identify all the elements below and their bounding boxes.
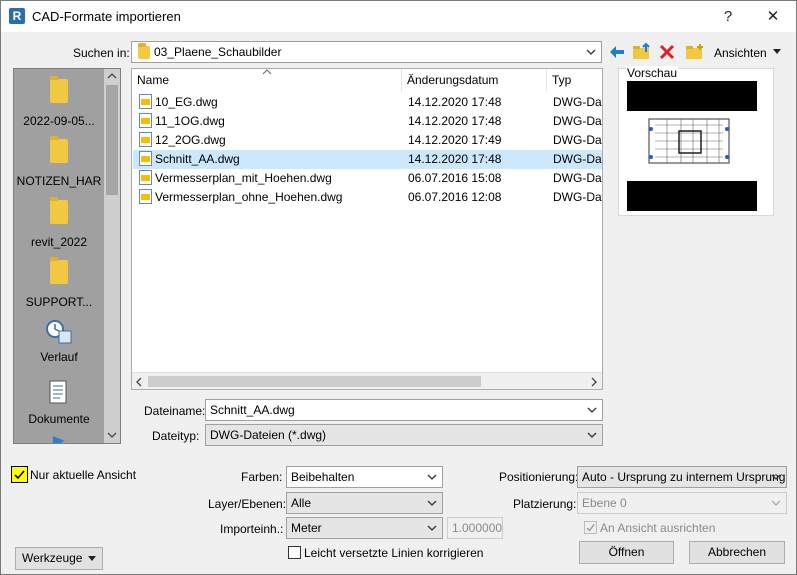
filename-input[interactable]: Schnitt_AA.dwg	[205, 399, 603, 421]
filetype-label: Dateityp:	[152, 429, 200, 443]
back-arrow-icon[interactable]	[608, 44, 626, 60]
folder-icon	[50, 197, 68, 224]
search-in-combo[interactable]: 03_Plaene_Schaubilder	[131, 41, 602, 63]
file-list: Name Änderungsdatum Typ 10_EG.dwg 14.12.…	[131, 68, 603, 390]
orient-to-view-label: An Ansicht ausrichten	[600, 521, 716, 535]
orient-to-view-checkbox	[584, 521, 597, 534]
layers-select[interactable]: Alle	[286, 492, 443, 514]
chevron-left-icon[interactable]	[135, 377, 143, 387]
chevron-down-icon	[771, 500, 781, 506]
filetype-select[interactable]: DWG-Dateien (*.dwg)	[205, 424, 603, 446]
tools-button[interactable]: Werkzeuge	[15, 547, 103, 570]
current-view-checkbox[interactable]	[11, 466, 28, 483]
correct-lines-label[interactable]: Leicht versetzte Linien korrigieren	[304, 546, 483, 560]
place-item[interactable]	[14, 435, 104, 443]
places-bar: 2022-09-05... NOTIZEN_HAR revit_2022 SUP…	[13, 68, 121, 444]
table-row[interactable]: 12_2OG.dwg 14.12.2020 17:49 DWG-Dat	[133, 131, 602, 150]
folder-icon	[50, 136, 68, 163]
file-list-hscrollbar[interactable]	[132, 372, 602, 389]
units-factor-input: 1.000000	[447, 517, 503, 539]
checkmark-icon	[14, 470, 25, 480]
import-cad-dialog: R CAD-Formate importieren ? ✕ Suchen in:…	[0, 0, 797, 575]
sort-ascending-icon	[262, 69, 272, 75]
dwg-file-icon	[139, 170, 152, 185]
dwg-file-icon	[139, 132, 152, 147]
documents-icon	[49, 380, 67, 404]
places-scrollbar[interactable]	[104, 69, 120, 443]
dwg-file-icon	[139, 94, 152, 109]
chevron-down-icon	[587, 407, 597, 413]
place-item[interactable]: SUPPORT...	[14, 257, 104, 309]
preview-panel: Vorschau	[618, 66, 774, 216]
chevron-down-icon	[771, 474, 781, 480]
placement-select: Ebene 0	[577, 492, 787, 514]
correct-lines-checkbox[interactable]	[288, 546, 301, 559]
chevron-up-icon[interactable]	[107, 72, 117, 80]
views-menu[interactable]: Ansichten	[714, 46, 767, 60]
positioning-label: Positionierung:	[499, 470, 579, 484]
preview-drawing-icon	[627, 81, 757, 211]
open-button[interactable]: Öffnen	[579, 541, 674, 564]
help-button[interactable]: ?	[705, 1, 751, 32]
colors-select[interactable]: Beibehalten	[286, 466, 443, 488]
table-row-selected[interactable]: Schnitt_AA.dwg 14.12.2020 17:48 DWG-Dat	[133, 150, 602, 169]
current-view-label[interactable]: Nur aktuelle Ansicht	[30, 468, 136, 482]
folder-icon	[138, 43, 150, 59]
search-in-value: 03_Plaene_Schaubilder	[154, 45, 282, 59]
table-row[interactable]: 11_1OG.dwg 14.12.2020 17:48 DWG-Dat	[133, 112, 602, 131]
placement-label: Platzierung:	[513, 497, 577, 511]
place-item[interactable]: revit_2022	[14, 197, 104, 249]
place-item[interactable]: 2022-09-05...	[14, 76, 104, 128]
title-bar: R CAD-Formate importieren ? ✕	[1, 1, 796, 32]
place-item[interactable]: NOTIZEN_HAR	[14, 136, 104, 188]
up-folder-icon[interactable]	[632, 43, 652, 61]
chevron-down-icon	[427, 500, 437, 506]
place-item[interactable]: Dokumente	[14, 379, 104, 426]
positioning-select[interactable]: Auto - Ursprung zu internem Ursprung	[577, 466, 787, 488]
history-icon	[46, 320, 72, 344]
table-row[interactable]: Vermesserplan_ohne_Hoehen.dwg 06.07.2016…	[133, 188, 602, 207]
desktop-icon	[53, 436, 65, 443]
filename-label: Dateiname:	[144, 404, 206, 418]
table-row[interactable]: 10_EG.dwg 14.12.2020 17:48 DWG-Dat	[133, 93, 602, 112]
dwg-file-icon	[139, 151, 152, 166]
column-header-type[interactable]: Typ	[547, 69, 602, 92]
cancel-button[interactable]: Abbrechen	[689, 541, 785, 564]
chevron-right-icon[interactable]	[590, 377, 598, 387]
dwg-file-icon	[139, 189, 152, 204]
chevron-down-icon[interactable]	[107, 431, 117, 439]
places-scroll-thumb[interactable]	[106, 85, 118, 195]
views-dropdown-icon[interactable]	[772, 48, 782, 56]
place-item[interactable]: Verlauf	[14, 319, 104, 364]
dialog-title: CAD-Formate importieren	[32, 9, 181, 24]
file-list-scroll-thumb[interactable]	[148, 376, 481, 387]
units-label: Importeinh.:	[220, 522, 284, 536]
units-select[interactable]: Meter	[286, 517, 443, 539]
delete-icon[interactable]	[659, 44, 675, 60]
new-folder-icon[interactable]	[685, 43, 705, 61]
revit-app-icon: R	[9, 8, 25, 24]
chevron-down-icon	[587, 432, 597, 438]
chevron-down-icon	[427, 474, 437, 480]
layers-label: Layer/Ebenen:	[208, 497, 287, 511]
preview-label: Vorschau	[626, 66, 679, 80]
checkmark-icon	[586, 524, 595, 532]
dropdown-arrow-icon	[88, 556, 96, 561]
chevron-down-icon	[427, 525, 437, 531]
folder-icon	[50, 257, 68, 284]
colors-label: Farben:	[241, 470, 283, 484]
table-row[interactable]: Vermesserplan_mit_Hoehen.dwg 06.07.2016 …	[133, 169, 602, 188]
chevron-down-icon	[586, 49, 596, 55]
search-in-label: Suchen in:	[73, 46, 130, 60]
column-header-date[interactable]: Änderungsdatum	[402, 69, 547, 92]
folder-icon	[50, 76, 68, 103]
dwg-file-icon	[139, 113, 152, 128]
close-button[interactable]: ✕	[750, 1, 796, 32]
